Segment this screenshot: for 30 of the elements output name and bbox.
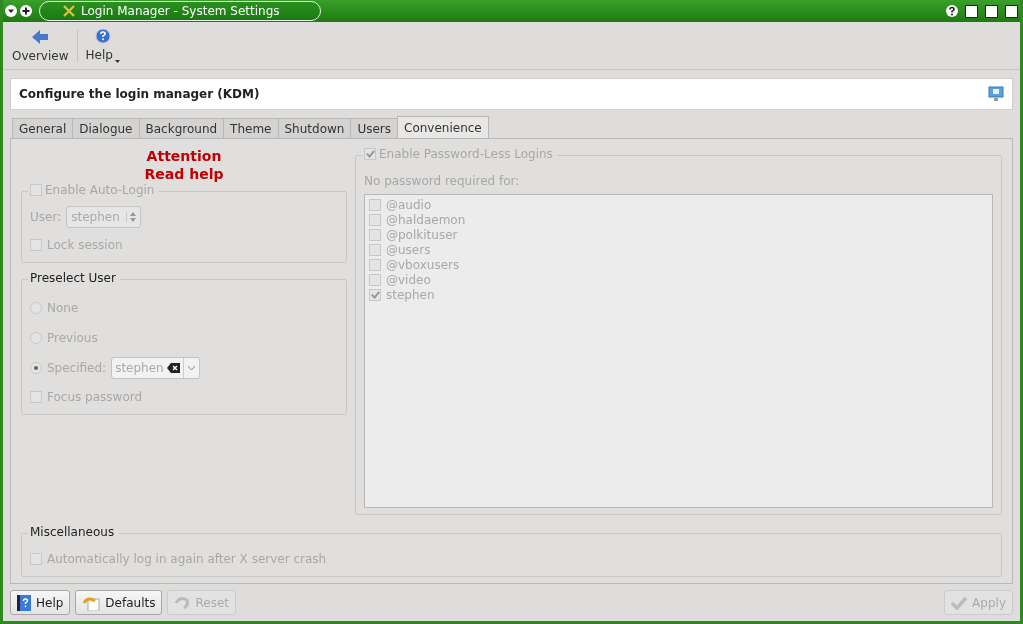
plus-icon[interactable] xyxy=(20,5,32,17)
caret-icon xyxy=(187,365,195,371)
help-icon xyxy=(94,28,111,44)
tools-icon xyxy=(62,4,76,18)
help-icon[interactable] xyxy=(946,5,958,17)
tab[interactable]: General xyxy=(12,118,74,138)
user-label: User: xyxy=(30,210,62,224)
attention-text: Attention xyxy=(146,147,222,165)
tab[interactable]: Shutdown xyxy=(277,118,352,138)
defaults-button[interactable]: Defaults xyxy=(75,590,163,615)
menu-icon[interactable] xyxy=(5,5,17,17)
caret-icon xyxy=(114,60,120,63)
overview-button[interactable]: Overview xyxy=(8,26,73,65)
attention-text: Read help xyxy=(144,165,224,183)
tab[interactable]: Convenience xyxy=(397,116,489,138)
window-title: Login Manager - System Settings xyxy=(81,4,280,18)
tab[interactable]: Background xyxy=(138,118,225,138)
tab[interactable]: Theme xyxy=(223,118,279,138)
tab[interactable]: Dialogue xyxy=(72,118,140,138)
undo-arrow-icon xyxy=(82,594,101,611)
help-button[interactable]: Help xyxy=(10,590,71,615)
tab[interactable]: Users xyxy=(350,118,399,138)
group-title: Miscellaneous xyxy=(28,525,119,539)
group-title: Preselect User xyxy=(28,271,120,285)
monitor-icon xyxy=(988,86,1004,102)
page-title: Configure the login manager (KDM) xyxy=(19,87,260,101)
back-arrow-icon xyxy=(31,28,50,45)
help-book-icon xyxy=(17,594,31,611)
help-menu-button[interactable]: Help xyxy=(81,26,124,65)
checkmark-icon xyxy=(951,595,968,610)
